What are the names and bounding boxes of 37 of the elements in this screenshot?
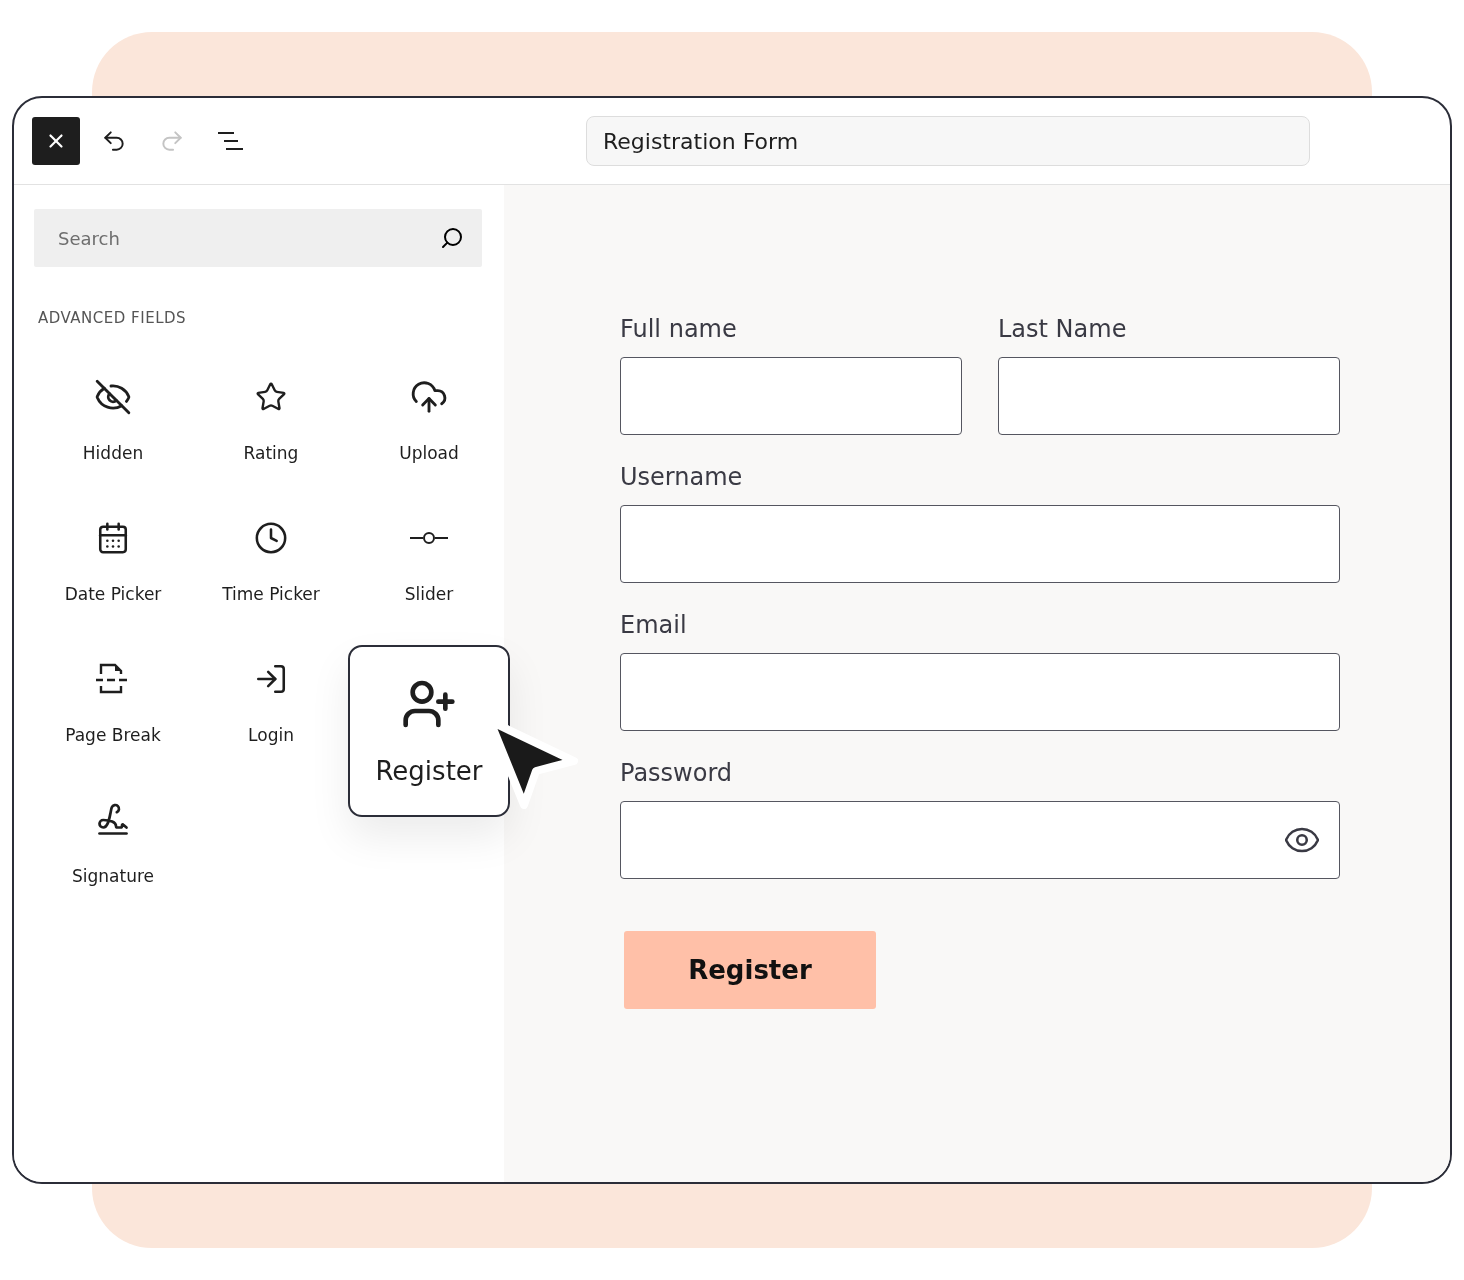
input-field[interactable] — [620, 505, 1340, 583]
signature-icon — [95, 802, 131, 838]
input-field[interactable] — [620, 653, 1340, 731]
field-label: Email — [620, 611, 688, 639]
search-field[interactable]: Search — [34, 209, 482, 267]
section-heading: ADVANCED FIELDS — [38, 309, 188, 327]
field-type-tile[interactable]: Signature — [72, 800, 154, 900]
search-icon[interactable] — [440, 226, 464, 250]
field-label: Password — [620, 759, 734, 787]
cloud-upload-icon — [410, 378, 448, 416]
input-field[interactable] — [998, 357, 1340, 435]
field-type-tile[interactable]: Page Break — [65, 659, 161, 759]
input-field[interactable] — [620, 801, 1340, 879]
field-type-tile[interactable]: Upload — [399, 377, 459, 477]
eye-off-icon — [94, 378, 132, 416]
field-label: Username — [620, 463, 744, 491]
calendar-icon — [96, 521, 130, 555]
field-type-tile[interactable]: Hidden — [82, 377, 144, 477]
clock-icon — [254, 521, 288, 555]
input-field[interactable] — [620, 357, 962, 435]
field-label: Last Name — [998, 315, 1128, 343]
field-type-tile[interactable]: Date Picker — [64, 518, 162, 618]
field-type-tile[interactable]: Time Picker — [222, 518, 320, 618]
login-icon — [254, 662, 288, 696]
field-type-tile[interactable]: Slider — [404, 518, 454, 618]
form-title-field[interactable]: Registration Form — [586, 116, 1310, 166]
undo-icon — [101, 128, 127, 154]
register-button[interactable]: Register — [624, 931, 876, 1009]
star-icon — [255, 381, 287, 413]
field-type-tile[interactable]: Rating — [243, 377, 299, 477]
tile-label: Register — [375, 756, 483, 786]
list-view-icon — [216, 131, 244, 151]
slider-icon — [409, 530, 449, 546]
field-type-tile[interactable]: Login — [248, 659, 294, 759]
close-button[interactable] — [32, 117, 80, 165]
redo-icon — [159, 128, 185, 154]
field-label: Full name — [620, 315, 738, 343]
